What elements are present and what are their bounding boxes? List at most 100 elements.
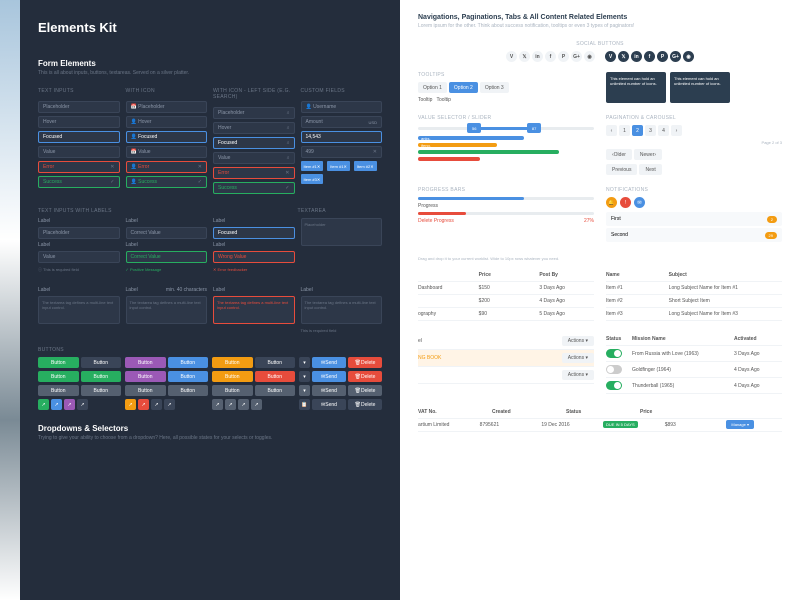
- input-error[interactable]: Error✕: [38, 161, 120, 173]
- toggle[interactable]: [606, 381, 622, 390]
- button[interactable]: Button: [125, 385, 166, 396]
- icon-button[interactable]: ↗: [151, 399, 162, 410]
- search-input[interactable]: Value⌕: [213, 152, 295, 164]
- instagram-icon[interactable]: ◉: [683, 51, 694, 62]
- button[interactable]: Button: [255, 357, 296, 368]
- send-button[interactable]: ✉ Send: [312, 357, 346, 368]
- chip[interactable]: Item #2 ✕: [354, 161, 377, 171]
- button[interactable]: Button: [38, 385, 79, 396]
- icon-button[interactable]: 📋: [299, 399, 310, 410]
- notification[interactable]: Second29: [606, 228, 782, 242]
- tag-input[interactable]: 499✕: [301, 146, 383, 158]
- prev-button[interactable]: Previous: [606, 164, 637, 175]
- button[interactable]: Button: [168, 385, 209, 396]
- icon-button[interactable]: ↗: [138, 399, 149, 410]
- labeled-input[interactable]: Value: [38, 251, 120, 263]
- table-row[interactable]: Goldfinger (1964)4 Days Ago: [606, 362, 782, 378]
- pinterest-icon[interactable]: P: [657, 51, 668, 62]
- icon-button[interactable]: ↗: [125, 399, 136, 410]
- search-input[interactable]: Focused⌕: [213, 137, 295, 149]
- input-icon[interactable]: 📅 Placeholder: [126, 101, 208, 113]
- dropdown-button[interactable]: ▾: [299, 357, 310, 368]
- page-active[interactable]: 2: [632, 125, 643, 136]
- vimeo-icon[interactable]: V: [506, 51, 517, 62]
- page[interactable]: 1: [619, 125, 630, 136]
- table-row[interactable]: artium Limited 8795621 19 Dec 2016 DUE I…: [418, 419, 782, 432]
- input-hover[interactable]: Hover: [38, 116, 120, 128]
- twitter-icon[interactable]: 𝕏: [519, 51, 530, 62]
- button[interactable]: Button: [255, 385, 296, 396]
- icon-button[interactable]: ↗: [251, 399, 262, 410]
- table-row[interactable]: Item #2Short Subject Item: [606, 295, 782, 308]
- table-row[interactable]: From Russia with Love (1963)3 Days Ago: [606, 346, 782, 362]
- input-icon-success[interactable]: 👤 Success✓: [126, 176, 208, 188]
- delete-button[interactable]: 🗑 Delete: [348, 357, 382, 368]
- tab[interactable]: Option 3: [480, 82, 509, 93]
- icon-button[interactable]: ↗: [212, 399, 223, 410]
- delete-button[interactable]: 🗑 Delete: [348, 399, 382, 410]
- icon-button[interactable]: ↗: [238, 399, 249, 410]
- textarea-error[interactable]: The textarea tag defines a multi-line te…: [213, 296, 295, 324]
- delete-button[interactable]: 🗑 Delete: [348, 385, 382, 396]
- actions-button[interactable]: Actions ▾: [562, 336, 594, 346]
- labeled-input-error[interactable]: Wrong Value: [213, 251, 295, 263]
- page[interactable]: 3: [645, 125, 656, 136]
- icon-button[interactable]: ↗: [51, 399, 62, 410]
- input-value[interactable]: Value: [38, 146, 120, 158]
- button[interactable]: Button: [81, 371, 122, 382]
- table-row[interactable]: Thunderball (1965)4 Days Ago: [606, 378, 782, 394]
- actions-button[interactable]: Actions ▾: [562, 370, 594, 380]
- icon-button[interactable]: ↗: [225, 399, 236, 410]
- chip[interactable]: Item #1 ✕: [301, 161, 324, 171]
- facebook-icon[interactable]: f: [545, 51, 556, 62]
- older-button[interactable]: ‹ Older: [606, 149, 632, 160]
- twitter-icon[interactable]: 𝕏: [618, 51, 629, 62]
- labeled-input[interactable]: Placeholder: [38, 227, 120, 239]
- linkedin-icon[interactable]: in: [532, 51, 543, 62]
- textarea[interactable]: The textarea tag defines a multi-line te…: [301, 296, 383, 324]
- button[interactable]: Button: [125, 371, 166, 382]
- dropdown-button[interactable]: ▾: [299, 385, 310, 396]
- table-row[interactable]: Item #1Long Subject Name for Item #1: [606, 282, 782, 295]
- newer-button[interactable]: Newer ›: [634, 149, 662, 160]
- button[interactable]: Button: [125, 357, 166, 368]
- input-icon[interactable]: 👤 Hover: [126, 116, 208, 128]
- range-slider[interactable]: 56 87: [418, 127, 594, 130]
- icon-button[interactable]: ↗: [77, 399, 88, 410]
- icon-button[interactable]: ↗: [164, 399, 175, 410]
- labeled-input-focus[interactable]: Focused: [213, 227, 295, 239]
- button[interactable]: Button: [168, 357, 209, 368]
- delete-button[interactable]: 🗑 Delete: [348, 371, 382, 382]
- linkedin-icon[interactable]: in: [631, 51, 642, 62]
- tab-active[interactable]: Option 2: [449, 82, 478, 93]
- textarea[interactable]: Placeholder: [301, 218, 383, 246]
- amount-input[interactable]: AmountUSD: [301, 116, 383, 128]
- toggle[interactable]: [606, 365, 622, 374]
- search-input-error[interactable]: Error✕: [213, 167, 295, 179]
- bell-icon[interactable]: 🔔: [606, 197, 617, 208]
- manage-button[interactable]: Manage ▾: [726, 420, 754, 429]
- number-input[interactable]: 14,543: [301, 131, 383, 143]
- send-button[interactable]: ✉ Send: [312, 385, 346, 396]
- button[interactable]: Button: [212, 357, 253, 368]
- table-row[interactable]: $2004 Days Ago: [418, 295, 594, 308]
- input-icon[interactable]: 📅 Value: [126, 146, 208, 158]
- page-prev[interactable]: ‹: [606, 125, 617, 136]
- chip[interactable]: Item #3 ✕: [301, 174, 324, 184]
- google-icon[interactable]: G+: [571, 51, 582, 62]
- table-row[interactable]: Item #3Long Subject Name for Item #3: [606, 308, 782, 321]
- button[interactable]: Button: [81, 357, 122, 368]
- input-focused[interactable]: Focused: [38, 131, 120, 143]
- labeled-input-success[interactable]: Correct Value: [126, 251, 208, 263]
- next-button[interactable]: Next: [639, 164, 661, 175]
- instagram-icon[interactable]: ◉: [584, 51, 595, 62]
- table-row[interactable]: Dashboard$1503 Days Ago: [418, 282, 594, 295]
- search-input-success[interactable]: Success✓: [213, 182, 295, 194]
- dropdown-button[interactable]: ▾: [299, 371, 310, 382]
- page-next[interactable]: ›: [671, 125, 682, 136]
- table-row[interactable]: ography$905 Days Ago: [418, 308, 594, 321]
- input-success[interactable]: Success✓: [38, 176, 120, 188]
- labeled-input[interactable]: Correct Value: [126, 227, 208, 239]
- mail-icon[interactable]: ✉: [634, 197, 645, 208]
- button[interactable]: Button: [212, 371, 253, 382]
